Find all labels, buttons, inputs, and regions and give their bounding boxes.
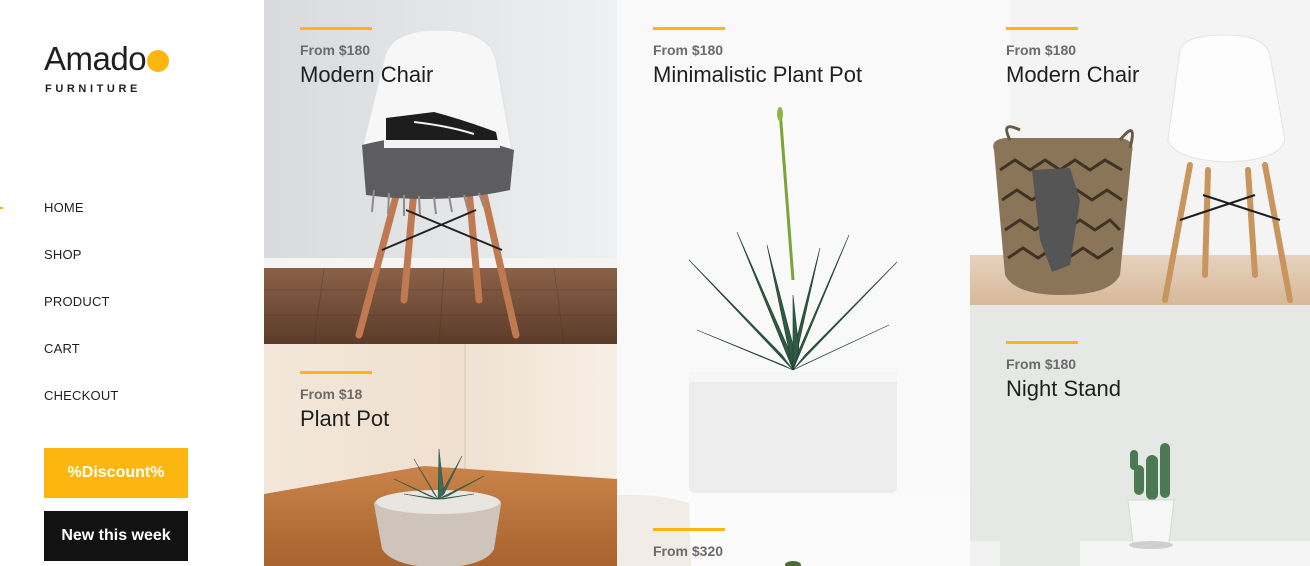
brand-logo[interactable]: Amado FURNITURE	[44, 40, 170, 95]
product-price: From $180	[1006, 356, 1077, 372]
caption-accent-line	[1006, 341, 1078, 344]
nav-link-product[interactable]: PRODUCT	[44, 294, 110, 309]
product-price: From $180	[300, 42, 371, 58]
page: Amado FURNITURE HOME SHOP PRODUCT CART C…	[0, 0, 1310, 566]
discount-button[interactable]: %Discount%	[44, 448, 188, 498]
product-tile-modern-chair-2[interactable]: From $180 Modern Chair	[970, 0, 1310, 305]
product-price: From $180	[653, 42, 724, 58]
product-tile-minimalistic-plant-pot[interactable]: From $180 Minimalistic Plant Pot	[617, 0, 970, 493]
caption-accent-line	[653, 528, 725, 531]
product-tile-night-stand[interactable]: From $180 Night Stand	[970, 305, 1310, 566]
product-name[interactable]: Minimalistic Plant Pot	[653, 62, 862, 88]
new-this-week-button[interactable]: New this week	[44, 511, 188, 561]
main-nav: HOME SHOP PRODUCT CART CHECKOUT	[0, 196, 264, 431]
product-caption: From $180 Minimalistic Plant Pot	[653, 27, 862, 88]
nav-item-checkout[interactable]: CHECKOUT	[0, 384, 264, 431]
nav-item-product[interactable]: PRODUCT	[0, 290, 264, 337]
product-name[interactable]: Plant Pot	[300, 406, 389, 432]
product-price: From $180	[1006, 42, 1077, 58]
nav-active-indicator	[0, 207, 3, 209]
product-caption: From $180 Night Stand	[1006, 341, 1121, 402]
product-tile-modern-chair[interactable]: From $180 Modern Chair	[264, 0, 617, 344]
caption-accent-line	[300, 371, 372, 374]
caption-accent-line	[300, 27, 372, 30]
product-name[interactable]: Night Stand	[1006, 376, 1121, 402]
nav-link-cart[interactable]: CART	[44, 341, 80, 356]
nav-link-home[interactable]: HOME	[44, 200, 84, 215]
nav-item-shop[interactable]: SHOP	[0, 243, 264, 290]
caption-accent-line	[1006, 27, 1078, 30]
product-caption: From $180 Modern Chair	[300, 27, 433, 88]
product-caption: From $18 Plant Pot	[300, 371, 389, 432]
nav-link-checkout[interactable]: CHECKOUT	[44, 388, 119, 403]
logo-name: Amado	[44, 40, 147, 77]
logo-dot-icon	[147, 50, 170, 72]
nav-item-home[interactable]: HOME	[0, 196, 264, 243]
sidebar: Amado FURNITURE HOME SHOP PRODUCT CART C…	[0, 0, 264, 566]
product-price: From $320	[653, 543, 724, 559]
product-tile-plant-pot[interactable]: From $18 Plant Pot	[264, 344, 617, 566]
product-tile-4[interactable]: From $320	[617, 493, 970, 566]
product-caption: From $180 Modern Chair	[1006, 27, 1139, 88]
nav-item-cart[interactable]: CART	[0, 337, 264, 384]
logo-tagline: FURNITURE	[45, 83, 141, 95]
product-name[interactable]: Modern Chair	[300, 62, 433, 88]
product-price: From $18	[300, 386, 363, 402]
product-caption: From $320	[653, 528, 725, 563]
product-name[interactable]: Modern Chair	[1006, 62, 1139, 88]
nav-link-shop[interactable]: SHOP	[44, 247, 82, 262]
caption-accent-line	[653, 27, 725, 30]
logo-wordmark: Amado	[44, 40, 170, 78]
